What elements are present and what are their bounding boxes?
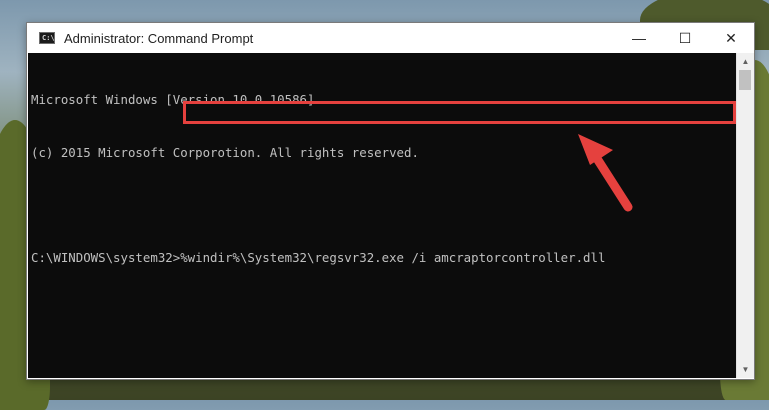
pointer-arrow-icon: [578, 134, 633, 212]
